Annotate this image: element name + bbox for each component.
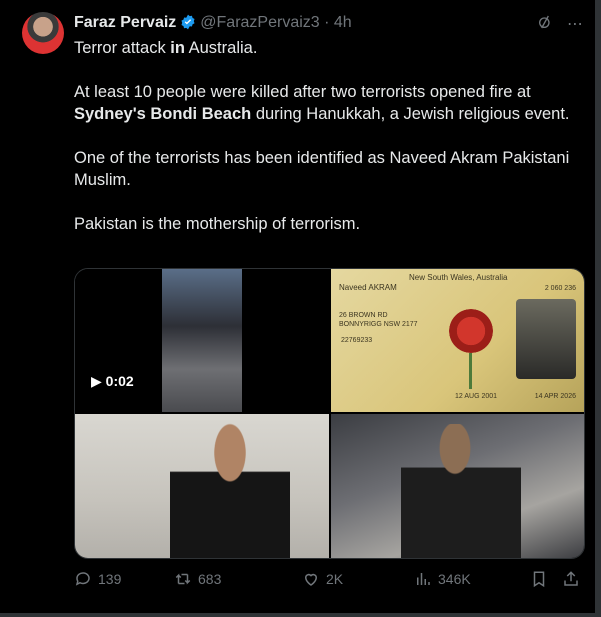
author-name[interactable]: Faraz Pervaiz [74, 14, 176, 31]
retweet-icon [175, 573, 191, 585]
license-address: 26 BROWN RD BONNYRIGG NSW 2177 [339, 312, 418, 328]
avatar[interactable] [22, 12, 64, 54]
text-segment: At least 10 people were killed after two… [74, 83, 531, 101]
video-time: 0:02 [105, 373, 134, 389]
bookmark-button[interactable] [530, 570, 548, 588]
tweet-paragraph-2: At least 10 people were killed after two… [74, 81, 574, 125]
tweet-text: Terror attack in Australia. At least 10 … [74, 37, 574, 257]
license-state: New South Wales, Australia [409, 273, 508, 282]
share-button[interactable] [562, 570, 580, 588]
reply-icon [75, 572, 90, 586]
license-photo [516, 299, 576, 379]
bookmark-icon [533, 571, 545, 588]
heart-icon [304, 573, 318, 586]
flower-stem [469, 353, 472, 389]
author-handle[interactable]: @FarazPervaiz3 [200, 14, 319, 31]
text-bold-sydney: Sydney's [74, 105, 146, 123]
views-button[interactable]: 346K [414, 570, 471, 588]
retweet-count: 683 [198, 571, 222, 587]
license-name: Naveed AKRAM [339, 283, 397, 292]
like-button[interactable]: 2K [302, 570, 343, 588]
share-icon [564, 571, 578, 586]
video-time-badge: ▶ 0:02 [91, 373, 134, 390]
tweet-line-1: Terror attack in Australia. [74, 37, 574, 59]
photo-person [170, 422, 290, 558]
tweet-top-actions: ⋯ [537, 14, 583, 35]
photo-man-cap[interactable] [331, 414, 584, 558]
separator-dot: · [324, 14, 330, 31]
tweet-paragraph-3: One of the terrorists has been identifie… [74, 149, 570, 189]
retweet-button[interactable]: 683 [174, 570, 221, 588]
video-frame [162, 269, 242, 412]
text-segment: Terror attack [74, 39, 171, 57]
like-count: 2K [326, 571, 344, 587]
play-icon: ▶ [91, 373, 102, 389]
views-icon [417, 573, 430, 585]
license-expiry: 14 APR 2026 [534, 393, 576, 400]
license-number: 22769233 [341, 337, 373, 344]
license-dob: 12 AUG 2001 [455, 393, 498, 400]
tweet-actions: 139 683 2K 346K [74, 570, 584, 592]
text-bold-bondi: Bondi Beach [150, 105, 252, 123]
tweet-paragraph-4: Pakistan is the mothership of terrorism. [74, 215, 361, 233]
more-options-icon[interactable]: ⋯ [567, 14, 583, 35]
text-segment: during Hanukkah, a Jewish religious even… [251, 105, 570, 123]
video-thumbnail[interactable]: ▶ 0:02 [75, 269, 329, 412]
grok-icon[interactable] [537, 14, 553, 35]
reply-count: 139 [98, 571, 122, 587]
timestamp[interactable]: 4h [334, 14, 352, 31]
media-grid[interactable]: ▶ 0:02 New South Wales, Australia Naveed… [74, 268, 585, 559]
text-bold-in: in [170, 39, 185, 57]
license-card-number: 2 060 236 [544, 285, 576, 292]
reply-button[interactable]: 139 [74, 570, 121, 588]
license-image[interactable]: New South Wales, Australia Naveed AKRAM … [331, 269, 584, 412]
tweet-header: Faraz Pervaiz @FarazPervaiz3 · 4h [74, 14, 561, 34]
photo-person [401, 424, 521, 558]
waratah-flower-icon [449, 309, 493, 353]
photo-man-black-shirt[interactable] [75, 414, 329, 558]
view-count: 346K [438, 571, 471, 587]
text-segment: Australia. [184, 39, 258, 57]
verified-badge-icon [180, 14, 196, 30]
